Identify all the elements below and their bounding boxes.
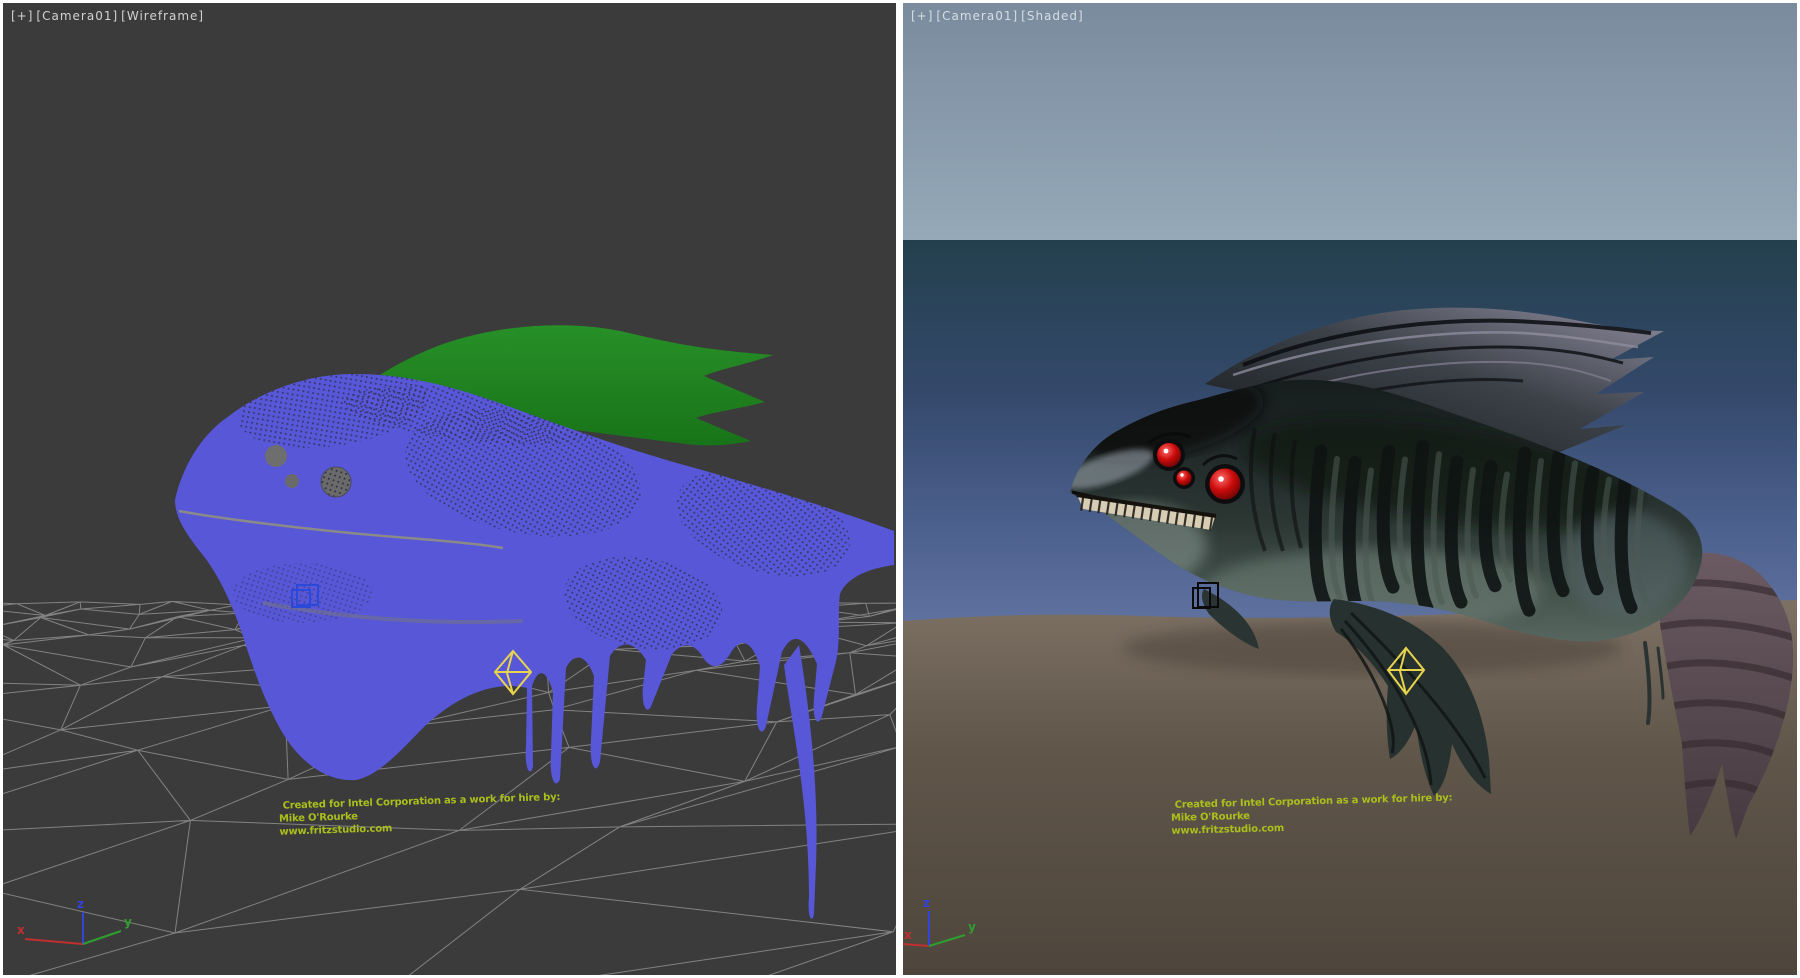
viewport-left-wireframe[interactable]: [+][Camera01][Wireframe] Created for Int…: [3, 3, 896, 975]
fish-eye: [1210, 469, 1241, 500]
sky-background: [903, 3, 1797, 240]
axis-z-label: z: [77, 897, 84, 911]
fish-eye: [1177, 471, 1192, 486]
fish-eye: [285, 474, 299, 488]
viewport-menu-general[interactable]: [+]: [11, 9, 33, 23]
viewport-menu-shading[interactable]: [Wireframe]: [121, 9, 204, 23]
viewport-split-view: [+][Camera01][Wireframe] Created for Int…: [0, 0, 1800, 978]
viewport-menu-shading[interactable]: [Shaded]: [1021, 9, 1084, 23]
viewport-label: [+][Camera01][Wireframe]: [11, 9, 207, 23]
watermark-text: Created for Intel Corporation as a work …: [1171, 791, 1472, 838]
viewport-menu-general[interactable]: [+]: [911, 9, 933, 23]
tail-strand: [784, 645, 817, 919]
viewport-right-shaded[interactable]: [+][Camera01][Shaded] Created for Intel …: [903, 3, 1797, 975]
axis-x-label: x: [904, 928, 912, 942]
world-axis-gizmo: x z y: [903, 891, 1023, 971]
fish-eye: [1157, 443, 1181, 467]
viewport-label: [+][Camera01][Shaded]: [911, 9, 1087, 23]
axis-z-label: z: [923, 896, 930, 910]
axis-x-label: x: [17, 923, 25, 937]
viewport-menu-camera[interactable]: [Camera01]: [36, 9, 118, 23]
axis-y-label: y: [124, 915, 132, 929]
world-axis-gizmo: x z y: [11, 896, 151, 971]
fish-eye: [265, 445, 287, 467]
axis-y-label: y: [968, 920, 976, 934]
viewport-menu-camera[interactable]: [Camera01]: [936, 9, 1018, 23]
